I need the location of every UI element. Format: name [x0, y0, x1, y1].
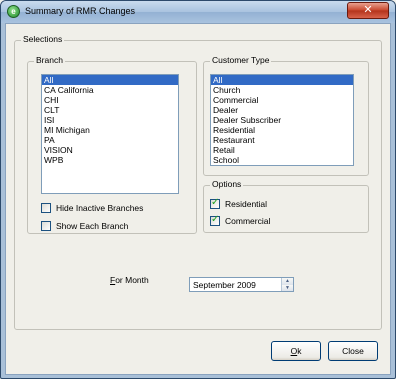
- window-title: Summary of RMR Changes: [25, 6, 136, 16]
- residential-label: Residential: [225, 199, 268, 209]
- checkmark-icon: ✓: [211, 197, 220, 208]
- customer-type-list-item[interactable]: Dealer Subscriber: [211, 115, 353, 125]
- branch-list-item[interactable]: ISI: [42, 115, 178, 125]
- residential-option[interactable]: ✓ Residential: [210, 197, 330, 210]
- commercial-checkbox[interactable]: ✓: [210, 214, 220, 226]
- customer-type-list-item[interactable]: Commercial: [211, 95, 353, 105]
- branch-list-item[interactable]: WPB: [42, 155, 178, 165]
- options-group: Options ✓ Residential ✓ Commercial: [203, 179, 369, 233]
- ok-button[interactable]: Ok: [271, 341, 321, 361]
- customer-type-list[interactable]: All Church Commercial Dealer Dealer Subscrib…: [210, 74, 354, 166]
- branch-list-item[interactable]: CA California: [42, 85, 178, 95]
- customer-type-label: Customer Type: [210, 55, 272, 65]
- customer-type-list-item[interactable]: Residential: [211, 125, 353, 135]
- app-icon: e: [7, 5, 20, 18]
- hide-inactive-branches-checkbox[interactable]: [41, 203, 51, 213]
- branch-list[interactable]: All CA California CHI CLT ISI MI Michigan PA VI…: [41, 74, 179, 194]
- customer-type-list-item[interactable]: Restaurant: [211, 135, 353, 145]
- customer-type-list-item[interactable]: School: [211, 155, 353, 165]
- for-month-value: September 2009: [193, 280, 256, 290]
- customer-type-list-item[interactable]: All: [211, 75, 353, 85]
- customer-type-list-item[interactable]: Church: [211, 85, 353, 95]
- title-bar[interactable]: e Summary of RMR Changes ✕: [1, 1, 395, 23]
- dialog-client-area: Selections Branch All CA California CHI CLT…: [5, 23, 391, 375]
- for-month-field[interactable]: September 2009 ▲ ▼: [189, 277, 294, 292]
- for-month-label: For Month: [110, 275, 149, 285]
- branch-list-item[interactable]: VISION: [42, 145, 178, 155]
- commercial-label: Commercial: [225, 216, 271, 226]
- close-button[interactable]: Close: [328, 341, 378, 361]
- close-icon: ✕: [363, 4, 373, 16]
- branch-list-item[interactable]: PA: [42, 135, 178, 145]
- selections-label: Selections: [21, 34, 65, 44]
- show-each-branch-checkbox[interactable]: [41, 221, 51, 231]
- month-spinner[interactable]: ▲ ▼: [281, 278, 293, 291]
- branch-label: Branch: [34, 55, 65, 65]
- branch-list-item[interactable]: CLT: [42, 105, 178, 115]
- residential-checkbox[interactable]: ✓: [210, 197, 220, 209]
- commercial-option[interactable]: ✓ Commercial: [210, 214, 330, 227]
- branch-list-item[interactable]: MI Michigan: [42, 125, 178, 135]
- hide-inactive-branches-option[interactable]: Hide Inactive Branches: [41, 202, 181, 214]
- show-each-branch-label: Show Each Branch: [56, 221, 129, 231]
- customer-type-group: Customer Type All Church Commercial Dealer D…: [203, 55, 369, 176]
- customer-type-list-item[interactable]: Retail: [211, 145, 353, 155]
- hide-inactive-branches-label: Hide Inactive Branches: [56, 203, 144, 213]
- customer-type-list-item[interactable]: Dealer: [211, 105, 353, 115]
- show-each-branch-option[interactable]: Show Each Branch: [41, 220, 181, 232]
- branch-group: Branch All CA California CHI CLT ISI MI Michi…: [27, 55, 197, 234]
- options-label: Options: [210, 179, 244, 189]
- spin-down-icon[interactable]: ▼: [282, 284, 293, 291]
- branch-list-item[interactable]: All: [42, 75, 178, 85]
- checkmark-icon: ✓: [211, 214, 220, 225]
- dialog-window: e Summary of RMR Changes ✕ Selections Br…: [0, 0, 396, 379]
- branch-list-item[interactable]: CHI: [42, 95, 178, 105]
- close-window-button[interactable]: ✕: [347, 2, 389, 19]
